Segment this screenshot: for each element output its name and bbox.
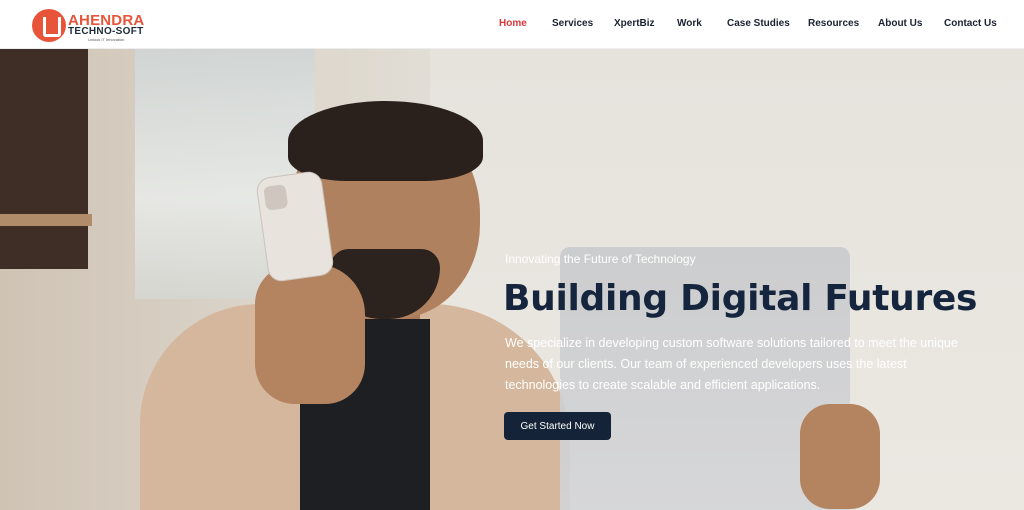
nav-contact-us[interactable]: Contact Us <box>944 18 997 29</box>
nav-about-us[interactable]: About Us <box>878 18 922 29</box>
hero-background-shelf <box>0 214 92 226</box>
hero-person-hand-right <box>800 404 880 509</box>
logo-tagline: Unlock IT Innovation <box>88 37 125 42</box>
get-started-button[interactable]: Get Started Now <box>504 412 611 440</box>
nav-work[interactable]: Work <box>677 18 702 29</box>
logo-wordmark-bottom: TECHNO-SOFT <box>68 26 144 37</box>
nav-case-studies[interactable]: Case Studies <box>727 18 790 29</box>
nav-home[interactable]: Home <box>499 18 527 29</box>
hero-headline: Building Digital Futures <box>503 278 978 319</box>
hero-person-hand <box>255 264 365 404</box>
hero-background-cabinet <box>0 49 88 269</box>
site-header: AHENDRA TECHNO-SOFT Unlock IT Innovation… <box>0 0 1024 49</box>
nav-services[interactable]: Services <box>552 18 593 29</box>
company-logo[interactable]: AHENDRA TECHNO-SOFT Unlock IT Innovation <box>32 9 150 42</box>
hero-eyebrow: Innovating the Future of Technology <box>505 252 696 266</box>
logo-mark-icon <box>32 9 66 42</box>
hero-person-hair <box>288 101 483 181</box>
nav-resources[interactable]: Resources <box>808 18 859 29</box>
phone-camera-icon <box>263 183 289 211</box>
hero-description: We specialize in developing custom softw… <box>505 336 958 392</box>
nav-xpertbiz[interactable]: XpertBiz <box>614 18 655 29</box>
